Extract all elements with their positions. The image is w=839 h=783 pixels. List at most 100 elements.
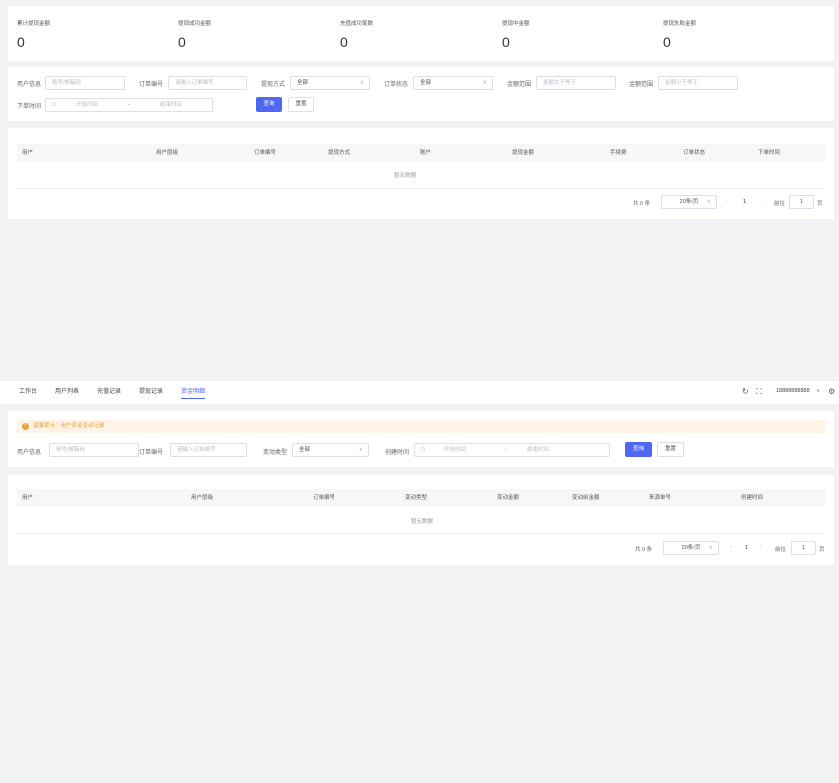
column-header: 用户层级 bbox=[191, 495, 214, 501]
reset-button[interactable]: 重置 bbox=[657, 442, 684, 457]
empty-text: 暂无数据 bbox=[394, 173, 417, 179]
active-tab-underline bbox=[181, 398, 205, 399]
empty-text: 暂无数据 bbox=[411, 519, 434, 525]
page-unit: 页 bbox=[817, 201, 823, 207]
order-time-label: 下单时间 bbox=[17, 104, 42, 110]
current-page[interactable]: 1 bbox=[743, 199, 746, 205]
tab-dashboard[interactable]: 工作台 bbox=[19, 386, 37, 395]
column-header: 用户 bbox=[22, 150, 34, 156]
next-page-button[interactable]: › bbox=[759, 198, 761, 204]
order-time-range[interactable]: ◷ 开始时间 - 结束时间 bbox=[45, 98, 213, 112]
notice-banner: ! 温馨提示：用户资金变动记录 bbox=[17, 420, 825, 433]
stat-value-withdraw-pending: 0 bbox=[502, 34, 510, 50]
change-type-value: 全部 bbox=[299, 447, 311, 453]
order-number-label: 订单编号 bbox=[139, 82, 164, 88]
prev-page-button[interactable]: ‹ bbox=[730, 544, 732, 550]
column-header: 用户层级 bbox=[156, 150, 179, 156]
tab-withdraw-records[interactable]: 提现记录 bbox=[139, 386, 163, 395]
goto-page-input[interactable]: 1 bbox=[789, 195, 814, 209]
start-time-placeholder: 开始时间 bbox=[444, 447, 467, 453]
withdraw-filter-card: 用户信息 账号/邮箱码 订单编号 请输入订单编号 提现方式 全部 ∨ 订单状态 … bbox=[8, 67, 834, 121]
user-info-label: 用户信息 bbox=[17, 450, 42, 456]
table-header: 用户 用户层级 订单编号 提现方式 账户 提现金额 手续费 订单状态 下单时间 bbox=[17, 144, 825, 162]
page-size-value: 20条/页 bbox=[679, 199, 699, 205]
page-size-value: 20条/页 bbox=[681, 545, 701, 551]
amount-max-label: 金额范围 bbox=[629, 82, 654, 88]
table-header: 用户 用户层级 订单编号 变动类型 变动金额 变动前金额 来源单号 创建时间 bbox=[17, 489, 825, 507]
notice-text: 温馨提示：用户资金变动记录 bbox=[33, 423, 105, 429]
start-time-placeholder: 开始时间 bbox=[76, 102, 99, 108]
column-header: 变动金额 bbox=[497, 495, 520, 501]
settings-icon[interactable]: ⚙ bbox=[828, 387, 835, 396]
order-status-value: 全部 bbox=[420, 80, 432, 86]
column-header: 提现金额 bbox=[512, 150, 535, 156]
order-status-label: 订单状态 bbox=[384, 82, 409, 88]
create-time-range[interactable]: ◷ 开始时间 - 结束时间 bbox=[414, 443, 610, 457]
amount-min-input[interactable]: 金额大于等于 bbox=[536, 76, 616, 90]
page-size-select[interactable]: 20条/页 ∨ bbox=[663, 541, 719, 555]
order-number-label: 订单编号 bbox=[139, 450, 164, 456]
prev-page-button[interactable]: ‹ bbox=[727, 198, 729, 204]
tab-user-list[interactable]: 用户列表 bbox=[55, 386, 79, 395]
account-dropdown[interactable]: 18888888888 bbox=[776, 388, 810, 394]
amount-max-input[interactable]: 金额小于等于 bbox=[658, 76, 738, 90]
fund-filter-card: ! 温馨提示：用户资金变动记录 用户信息 账号/邮箱码 订单编号 请输入订单编号… bbox=[8, 411, 834, 467]
user-info-label: 用户信息 bbox=[17, 82, 42, 88]
create-time-label: 创建时间 bbox=[385, 450, 410, 456]
goto-label: 前往 bbox=[774, 201, 786, 207]
stat-label-withdraw-pending: 提现中金额 bbox=[502, 21, 530, 27]
column-header: 变动前金额 bbox=[572, 495, 600, 501]
chevron-down-icon: ∨ bbox=[708, 545, 713, 551]
withdraw-method-value: 全部 bbox=[297, 80, 309, 86]
withdraw-method-select[interactable]: 全部 ∨ bbox=[290, 76, 370, 90]
column-header: 来源单号 bbox=[649, 495, 672, 501]
chevron-down-icon: ∨ bbox=[359, 80, 364, 86]
tab-fund-details[interactable]: 资金明细 bbox=[181, 386, 205, 395]
next-page-button[interactable]: › bbox=[760, 544, 762, 550]
column-header: 提现方式 bbox=[328, 150, 351, 156]
query-button[interactable]: 查询 bbox=[625, 442, 652, 457]
end-time-placeholder: 结束时间 bbox=[160, 102, 183, 108]
change-type-label: 变动类型 bbox=[263, 450, 288, 456]
column-header: 用户 bbox=[22, 495, 34, 501]
column-header: 变动类型 bbox=[405, 495, 428, 501]
query-button[interactable]: 查询 bbox=[256, 97, 282, 112]
column-header: 订单编号 bbox=[254, 150, 277, 156]
refresh-icon[interactable]: ↻ bbox=[742, 387, 749, 396]
pager-total: 共 0 条 bbox=[633, 201, 651, 207]
withdraw-method-label: 提现方式 bbox=[261, 82, 286, 88]
amount-min-label: 金额范围 bbox=[507, 82, 532, 88]
page-size-select[interactable]: 20条/页 ∨ bbox=[661, 195, 717, 209]
change-type-select[interactable]: 全部 ∨ bbox=[292, 443, 369, 457]
range-separator: - bbox=[128, 102, 130, 108]
chevron-down-icon: ∨ bbox=[482, 80, 487, 86]
warning-icon: ! bbox=[22, 423, 29, 430]
withdraw-table-card: 用户 用户层级 订单编号 提现方式 账户 提现金额 手续费 订单状态 下单时间 … bbox=[8, 128, 834, 219]
current-page[interactable]: 1 bbox=[745, 545, 748, 551]
chevron-down-icon: ∨ bbox=[706, 199, 711, 205]
end-time-placeholder: 结束时间 bbox=[527, 447, 550, 453]
column-header: 创建时间 bbox=[741, 495, 764, 501]
goto-label: 前往 bbox=[775, 547, 787, 553]
stats-card: 累计提现金额 0 提现成功金额 0 充值成功笔数 0 提现中金额 0 提现失败金… bbox=[8, 6, 834, 61]
stat-label-recharge-count: 充值成功笔数 bbox=[340, 21, 374, 27]
user-info-input[interactable]: 账号/邮箱码 bbox=[45, 76, 125, 90]
stat-value-total-withdraw: 0 bbox=[17, 34, 25, 50]
tab-recharge-records[interactable]: 充值记录 bbox=[97, 386, 121, 395]
chevron-down-icon[interactable]: ∨ bbox=[816, 388, 820, 394]
fund-table-card: 用户 用户层级 订单编号 变动类型 变动金额 变动前金额 来源单号 创建时间 暂… bbox=[8, 475, 834, 565]
user-info-input[interactable]: 账号/邮箱码 bbox=[49, 443, 139, 457]
range-separator: - bbox=[505, 447, 507, 453]
order-number-input[interactable]: 请输入订单编号 bbox=[168, 76, 247, 90]
column-header: 账户 bbox=[420, 150, 432, 156]
stat-label-total-withdraw: 累计提现金额 bbox=[17, 21, 51, 27]
order-status-select[interactable]: 全部 ∨ bbox=[413, 76, 493, 90]
fullscreen-icon[interactable]: ⛶ bbox=[756, 387, 762, 397]
goto-page-input[interactable]: 1 bbox=[791, 541, 816, 555]
reset-button[interactable]: 重置 bbox=[288, 97, 314, 112]
table-divider bbox=[17, 533, 825, 534]
column-header: 手续费 bbox=[610, 150, 627, 156]
order-number-input[interactable]: 请输入订单编号 bbox=[170, 443, 247, 457]
column-header: 订单状态 bbox=[683, 150, 706, 156]
clock-icon: ◷ bbox=[51, 102, 57, 108]
